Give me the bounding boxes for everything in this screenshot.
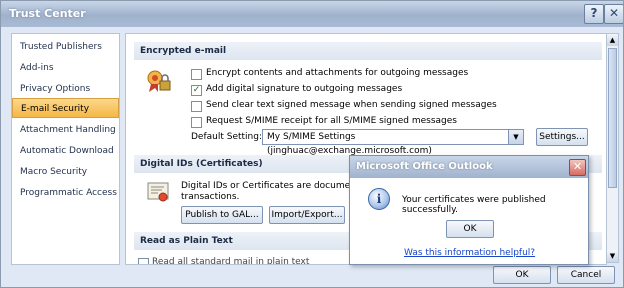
- content-scrollbar[interactable]: ▲ ▼: [606, 33, 619, 263]
- nav-item-automatic-download[interactable]: Automatic Download: [12, 141, 119, 161]
- default-setting-value: My S/MIME Settings (jinghuac@exchange.mi…: [267, 132, 432, 156]
- digital-ids-text-line1: Digital IDs or Certificates are document…: [181, 181, 377, 191]
- checkbox-read-plain-text[interactable]: [138, 258, 149, 264]
- trust-center-window: Trust Center ? ✕ Trusted Publishers Add-…: [0, 0, 624, 288]
- scroll-up-icon[interactable]: ▲: [607, 34, 618, 46]
- ok-button[interactable]: OK: [493, 266, 551, 284]
- encryption-seal-icon: [147, 70, 171, 92]
- default-setting-select[interactable]: My S/MIME Settings (jinghuac@exchange.mi…: [262, 129, 524, 156]
- nav-pane: Trusted Publishers Add-ins Privacy Optio…: [11, 33, 120, 265]
- nav-item-email-security[interactable]: E-mail Security: [12, 98, 119, 118]
- label-add-digital-signature: Add digital signature to outgoing messag…: [206, 84, 403, 94]
- chevron-down-icon[interactable]: ▼: [508, 130, 523, 144]
- outlook-message-dialog: Microsoft Office Outlook ✕ i Your certif…: [349, 155, 589, 265]
- nav-item-privacy-options[interactable]: Privacy Options: [12, 79, 119, 99]
- digital-ids-text-line2: transactions.: [181, 192, 240, 202]
- checkbox-request-smime-receipt[interactable]: [191, 117, 202, 128]
- nav-item-attachment-handling[interactable]: Attachment Handling: [12, 120, 119, 140]
- label-encrypt-contents: Encrypt contents and attachments for out…: [206, 68, 469, 78]
- dialog-title-bar: Microsoft Office Outlook ✕: [350, 156, 588, 178]
- dialog-message: Your certificates were published success…: [402, 195, 546, 215]
- dialog-title: Microsoft Office Outlook: [356, 161, 493, 172]
- label-request-smime-receipt: Request S/MIME receipt for all S/MIME si…: [206, 116, 457, 126]
- scroll-thumb[interactable]: [608, 48, 617, 188]
- window-title: Trust Center: [9, 7, 86, 20]
- checkbox-add-digital-signature[interactable]: ✓: [191, 85, 202, 96]
- nav-item-add-ins[interactable]: Add-ins: [12, 58, 119, 78]
- info-icon: i: [368, 188, 390, 210]
- cancel-button[interactable]: Cancel: [557, 266, 615, 284]
- label-default-setting: Default Setting:: [191, 132, 263, 142]
- label-send-clear-text: Send clear text signed message when send…: [206, 100, 497, 110]
- checkbox-encrypt-contents[interactable]: [191, 69, 202, 80]
- certificate-icon: [147, 182, 169, 202]
- title-bar: Trust Center ? ✕: [1, 1, 623, 27]
- publish-to-gal-button[interactable]: Publish to GAL...: [181, 206, 263, 224]
- settings-button[interactable]: Settings...: [536, 128, 588, 146]
- nav-item-macro-security[interactable]: Macro Security: [12, 162, 119, 182]
- scroll-down-icon[interactable]: ▼: [607, 250, 618, 262]
- dialog-ok-button[interactable]: OK: [446, 220, 494, 238]
- section-heading-encrypted-email: Encrypted e-mail: [134, 42, 602, 60]
- nav-item-trusted-publishers[interactable]: Trusted Publishers: [12, 37, 119, 57]
- close-button[interactable]: ✕: [604, 4, 623, 24]
- help-button[interactable]: ?: [584, 4, 604, 24]
- checkbox-send-clear-text[interactable]: [191, 101, 202, 112]
- dialog-help-link[interactable]: Was this information helpful?: [404, 248, 535, 258]
- nav-item-programmatic-access[interactable]: Programmatic Access: [12, 183, 119, 203]
- import-export-button[interactable]: Import/Export...: [269, 206, 345, 224]
- dialog-close-button[interactable]: ✕: [569, 159, 586, 176]
- label-read-plain-text: Read all standard mail in plain text: [152, 257, 310, 265]
